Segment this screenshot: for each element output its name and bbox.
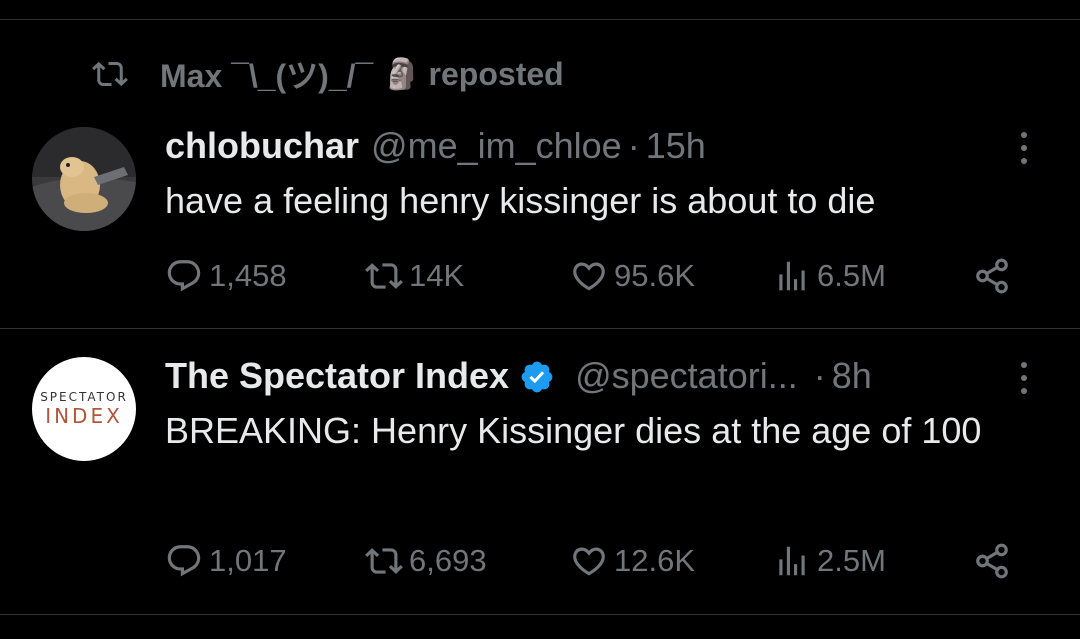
repost-context[interactable]: Max ¯\_(ツ)_/¯ 🗿 reposted	[92, 54, 564, 94]
timestamp[interactable]: 15h	[646, 125, 706, 167]
reply-count: 1,017	[209, 543, 287, 578]
more-dot	[1021, 375, 1027, 381]
repost-count: 14K	[409, 258, 465, 293]
reply-count: 1,458	[209, 258, 287, 293]
reply-button[interactable]: 1,017	[165, 542, 287, 580]
like-count: 12.6K	[614, 543, 696, 578]
views-button[interactable]: 6.5M	[773, 257, 886, 295]
user-handle[interactable]: @spectatori...	[575, 355, 798, 397]
tweet-header: The Spectator Index @spectatori... · 8h	[165, 355, 872, 399]
top-divider	[0, 19, 1080, 20]
user-handle[interactable]: @me_im_chloe	[371, 125, 622, 167]
display-name[interactable]: The Spectator Index	[165, 355, 509, 397]
more-dot	[1021, 388, 1027, 394]
more-dot	[1021, 158, 1027, 164]
avatar[interactable]: SPECTATOR INDEX	[32, 357, 136, 461]
share-icon	[976, 258, 1008, 294]
repost-icon	[92, 61, 128, 87]
tweet-text: BREAKING: Henry Kissinger dies at the ag…	[165, 410, 982, 451]
more-options-button[interactable]	[1018, 132, 1030, 164]
tweet-header: chlobuchar @me_im_chloe · 15h	[165, 125, 706, 169]
reply-button[interactable]: 1,458	[165, 257, 287, 295]
repost-user[interactable]: Max ¯\_(ツ)_/¯	[160, 51, 373, 97]
repost-label: reposted	[428, 55, 564, 92]
reply-icon	[167, 260, 201, 292]
separator-dot: ·	[813, 355, 826, 396]
display-name[interactable]: chlobuchar	[165, 125, 359, 167]
more-dot	[1021, 145, 1027, 151]
moai-emoji: 🗿	[383, 57, 421, 91]
repost-icon	[365, 548, 403, 574]
bottom-divider	[0, 614, 1080, 615]
share-button[interactable]	[973, 542, 1017, 580]
repost-icon	[365, 263, 403, 289]
reply-icon	[167, 545, 201, 577]
heart-icon	[573, 262, 605, 291]
timestamp[interactable]: 8h	[832, 355, 872, 397]
share-icon	[976, 543, 1008, 579]
tweet-divider	[0, 328, 1080, 329]
repost-button[interactable]: 6,693	[365, 542, 487, 580]
tweet-actions: 1,458 14K 95.6K 6.5M	[165, 257, 1025, 297]
like-count: 95.6K	[614, 258, 696, 293]
tweet-text: have a feeling henry kissinger is about …	[165, 180, 876, 221]
repost-button[interactable]: 14K	[365, 257, 464, 295]
share-button[interactable]	[973, 257, 1017, 295]
heart-icon	[573, 547, 605, 576]
logo-line-2: INDEX	[45, 404, 123, 428]
like-button[interactable]: 95.6K	[570, 257, 695, 295]
more-dot	[1021, 362, 1027, 368]
separator-dot: ·	[627, 125, 640, 166]
analytics-icon	[779, 261, 805, 291]
view-count: 6.5M	[817, 258, 886, 293]
more-dot	[1021, 132, 1027, 138]
dog-photo-avatar	[32, 127, 136, 231]
views-button[interactable]: 2.5M	[773, 542, 886, 580]
logo-line-1: SPECTATOR	[40, 390, 128, 404]
analytics-icon	[779, 546, 805, 576]
repost-count: 6,693	[409, 543, 487, 578]
tweet-actions: 1,017 6,693 12.6K 2.5M	[165, 542, 1025, 582]
more-options-button[interactable]	[1018, 362, 1030, 394]
view-count: 2.5M	[817, 543, 886, 578]
like-button[interactable]: 12.6K	[570, 542, 695, 580]
verified-badge-icon	[521, 361, 553, 393]
spectator-index-logo: SPECTATOR INDEX	[32, 357, 136, 461]
avatar[interactable]	[32, 127, 136, 231]
